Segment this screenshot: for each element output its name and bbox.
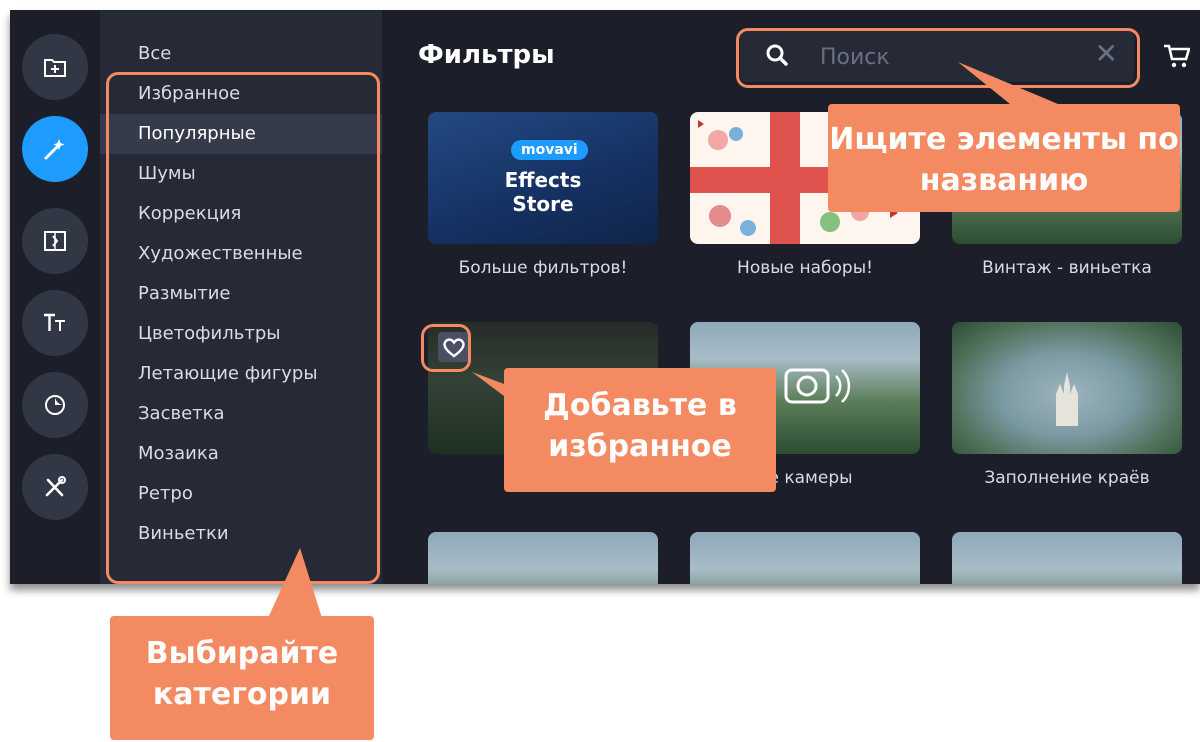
- categories-hint-callout: Выбирайте категории: [110, 616, 374, 740]
- favorite-hint-callout: Добавьте в избранное: [504, 368, 776, 492]
- search-hint-callout: Ищите элементы по названию: [828, 104, 1180, 212]
